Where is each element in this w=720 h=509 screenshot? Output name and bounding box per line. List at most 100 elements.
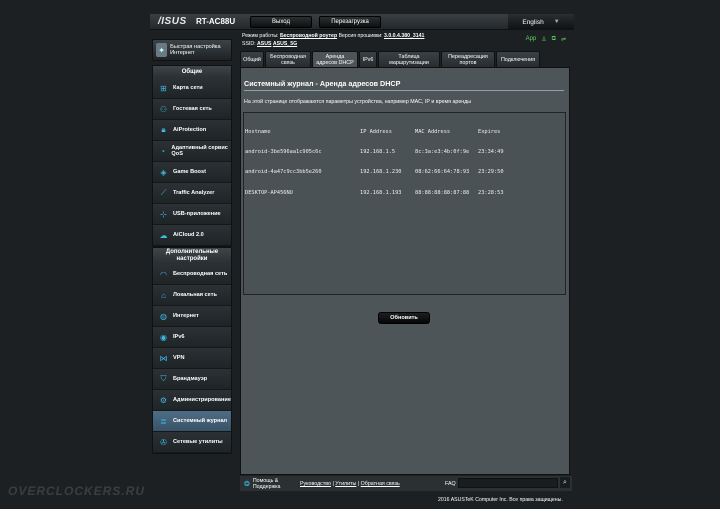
column-header: Expires	[478, 128, 501, 135]
sidebar-general-title: Общие	[153, 66, 231, 78]
sidebar-item-label: Системный журнал	[173, 417, 228, 424]
ip-cell: 192.168.1.5	[360, 148, 396, 155]
sidebar-item-label: Traffic Analyzer	[173, 189, 215, 196]
sidebar-item-game-boost[interactable]: ◈ Game Boost	[153, 162, 231, 183]
refresh-button[interactable]: Обновить	[378, 312, 430, 324]
reboot-button[interactable]: Перезагрузка	[319, 16, 381, 28]
app-link[interactable]: App	[526, 36, 537, 43]
sidebar-item-firewall[interactable]: ⛉ Брандмауэр	[153, 369, 231, 390]
table-header-row: Hostname IP Address MAC Address Expires	[245, 129, 564, 136]
sidebar-item-system-log[interactable]: ≣ Системный журнал	[153, 411, 231, 432]
expires-cell: 23:29:50	[478, 169, 504, 176]
user-icon[interactable]: ♙	[541, 36, 546, 43]
sidebar-item-label: Администрирование	[173, 396, 231, 403]
sidebar-item-ipv6[interactable]: ◉ IPv6	[153, 327, 231, 348]
quick-setup-button[interactable]: ✦ Быстрая настройка Интернет	[152, 39, 232, 61]
sidebar-item-wan[interactable]: ◍ Интернет	[153, 306, 231, 327]
cloud-icon: ☁	[159, 230, 168, 240]
language-value: English	[522, 18, 544, 26]
firmware-value[interactable]: 3.0.0.4.380_3141	[384, 33, 424, 39]
sidebar-item-label: Локальная сеть	[173, 291, 217, 298]
wifi-icon: ◠	[160, 269, 167, 279]
sidebar-item-network-tools[interactable]: ✇ Сетевые утилиты	[153, 432, 231, 453]
search-icon[interactable]: ⌕	[560, 477, 570, 488]
gamepad-icon: ◈	[160, 167, 167, 177]
sidebar-item-traffic-analyzer[interactable]: ⟋ Traffic Analyzer	[153, 183, 231, 204]
sidebar-item-label: Интернет	[173, 312, 199, 319]
column-header: Hostname	[245, 128, 271, 135]
sidebar-item-label: Game Boost	[173, 168, 206, 175]
sidebar-item-admin[interactable]: ⚙ Администрирование	[153, 390, 231, 411]
table-row: android-4a47c9cc3bb5e260 192.168.1.230 0…	[245, 169, 564, 176]
wand-icon: ✦	[156, 43, 168, 57]
chevron-down-icon: ▼	[553, 19, 560, 25]
mode-label: Режим работы:	[242, 33, 279, 39]
sidebar-item-vpn[interactable]: ⋈ VPN	[153, 348, 231, 369]
sidebar-item-label: Гостевая сеть	[173, 105, 212, 112]
table-row: android-3be596aa1c905c6c 192.168.1.5 8c:…	[245, 149, 564, 156]
hostname-cell: android-4a47c9cc3bb5e260	[245, 169, 322, 176]
ip-cell: 192.168.1.230	[360, 169, 402, 176]
firewall-icon: ⛉	[160, 374, 167, 383]
ssid-2[interactable]: ASUS_5G	[273, 41, 297, 47]
dhcp-lease-log[interactable]: Hostname IP Address MAC Address Expires …	[243, 112, 566, 295]
sidebar-item-qos[interactable]: ◔ Адаптивный сервис QoS	[153, 141, 231, 162]
sidebar-item-label: IPv6	[173, 333, 185, 340]
copy-icon[interactable]: ⧉	[552, 36, 556, 43]
utilities-link[interactable]: Утилиты	[335, 481, 356, 487]
hostname-cell: DESKTOP-AP456NU	[245, 189, 293, 196]
mac-cell: 8c:3a:e3:4b:0f:9e	[415, 148, 470, 155]
tools-icon: ✇	[160, 437, 167, 447]
tab-connections[interactable]: Подключения	[496, 51, 540, 67]
logout-button[interactable]: Выход	[250, 16, 312, 28]
sidebar-item-aiprotection[interactable]: 🔒︎ AiProtection	[153, 120, 231, 141]
column-header: MAC Address	[415, 128, 451, 135]
network-map-icon: ⊞	[160, 83, 167, 93]
sidebar-item-lan[interactable]: ⌂ Локальная сеть	[153, 285, 231, 306]
tab-ipv6[interactable]: IPv6	[359, 51, 377, 67]
table-row: DESKTOP-AP456NU 192.168.1.193 88:88:88:8…	[245, 190, 564, 197]
sidebar-item-usb[interactable]: ⊹ USB-приложение	[153, 204, 231, 225]
model-name: RT-AC88U	[196, 17, 236, 26]
ip-cell: 192.168.1.193	[360, 189, 402, 196]
usb-status-icon[interactable]: ⇌	[561, 36, 566, 43]
sidebar-item-label: Беспроводная сеть	[173, 270, 228, 277]
column-header: IP Address	[360, 128, 392, 135]
firmware-label: Версия прошивки:	[338, 33, 383, 39]
sidebar-advanced-title: Дополнительные настройки	[153, 248, 231, 264]
mode-value[interactable]: Беспроводной роутер	[280, 33, 337, 39]
tab-port-forwarding[interactable]: Переадресация портов	[441, 51, 495, 67]
qos-icon: ◔	[160, 146, 166, 156]
help-link[interactable]: ❂ Помощь & Поддержка	[244, 478, 287, 490]
chart-icon: ⟋	[160, 188, 167, 197]
sidebar-item-wireless[interactable]: ◠ Беспроводная сеть	[153, 264, 231, 285]
faq-search-input[interactable]	[458, 478, 558, 488]
main-panel: Системный журнал - Аренда адресов DHCP Н…	[240, 67, 570, 475]
expires-cell: 23:28:53	[478, 189, 504, 196]
copyright: 2016 ASUSTeK Computer Inc. Все права защ…	[438, 497, 563, 503]
manual-link[interactable]: Руководство	[300, 481, 331, 487]
help-label: Помощь & Поддержка	[252, 478, 281, 490]
feedback-link[interactable]: Обратная связь	[361, 481, 400, 487]
vpn-icon: ⋈	[159, 353, 168, 363]
sidebar-item-network-map[interactable]: ⊞ Карта сети	[153, 78, 231, 99]
sidebar-item-label: AiCloud 2.0	[173, 231, 204, 238]
hostname-cell: android-3be596aa1c905c6c	[245, 148, 322, 155]
faq-label: FAQ	[445, 481, 456, 487]
ssid-1[interactable]: ASUS	[257, 41, 271, 47]
sidebar-item-label: AiProtection	[173, 126, 207, 133]
sidebar-item-aicloud[interactable]: ☁ AiCloud 2.0	[153, 225, 231, 246]
log-icon: ≣	[160, 416, 167, 426]
tab-wireless[interactable]: Беспроводная связь	[265, 51, 311, 67]
mac-cell: 08:62:66:64:78:93	[415, 169, 470, 176]
asus-logo[interactable]: /ISUS	[158, 16, 187, 27]
language-select[interactable]: English ▼	[508, 14, 574, 30]
tab-general[interactable]: Общий	[240, 51, 264, 67]
tab-dhcp-leases[interactable]: Аренда адресов DHCP	[312, 51, 358, 67]
sidebar-general: Общие ⊞ Карта сети ⚇ Гостевая сеть 🔒︎ AiPro…	[152, 65, 232, 247]
sidebar-item-guest-network[interactable]: ⚇ Гостевая сеть	[153, 99, 231, 120]
tab-routing-table[interactable]: Таблица маршрутизации	[378, 51, 440, 67]
lock-icon: 🔒︎	[161, 125, 166, 134]
sidebar-item-label: USB-приложение	[173, 210, 221, 217]
expires-cell: 23:34:49	[478, 148, 504, 155]
